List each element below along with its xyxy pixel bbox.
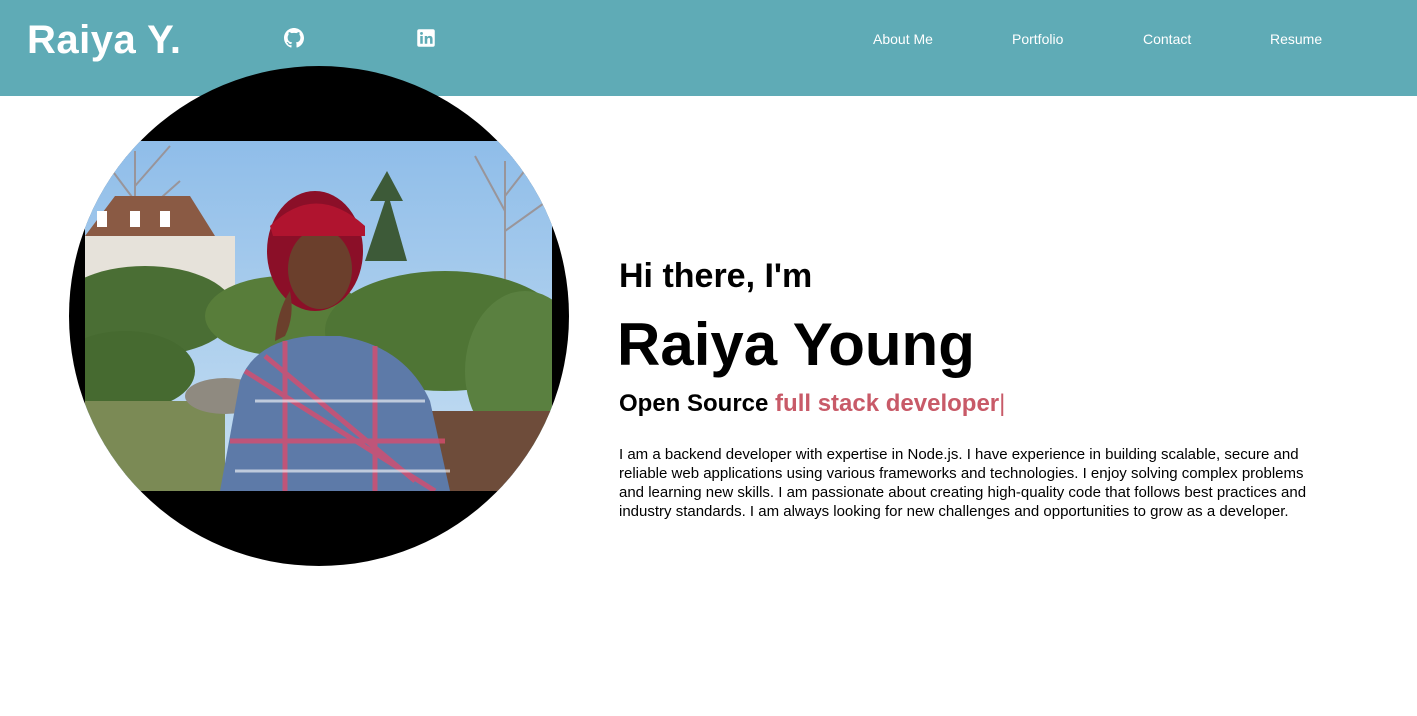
navbar: Raiya Y. About Me Portfolio Contact Resu… xyxy=(0,0,1417,96)
profile-photo xyxy=(85,141,552,491)
tagline-prefix: Open Source xyxy=(619,390,769,417)
hero-greeting: Hi there, I'm xyxy=(619,257,813,295)
hero-tagline: Open Source full stack developer| xyxy=(619,390,1005,418)
typing-cursor: | xyxy=(999,390,1006,417)
profile-photo-illustration xyxy=(85,141,552,491)
nav-portfolio[interactable]: Portfolio xyxy=(1012,31,1063,47)
hero-bio: I am a backend developer with expertise … xyxy=(619,446,1307,520)
linkedin-icon xyxy=(417,29,435,47)
nav-resume[interactable]: Resume xyxy=(1270,31,1322,47)
github-icon xyxy=(284,28,304,48)
brand-logo-link[interactable]: Raiya Y. xyxy=(27,18,182,63)
tagline-typed-role: full stack developer xyxy=(775,390,1000,417)
nav-contact[interactable]: Contact xyxy=(1143,31,1191,47)
nav-about-me[interactable]: About Me xyxy=(873,31,933,47)
linkedin-link[interactable] xyxy=(416,28,436,48)
hero-name: Raiya Young xyxy=(617,311,975,378)
profile-avatar xyxy=(69,66,569,566)
github-link[interactable] xyxy=(284,28,304,48)
